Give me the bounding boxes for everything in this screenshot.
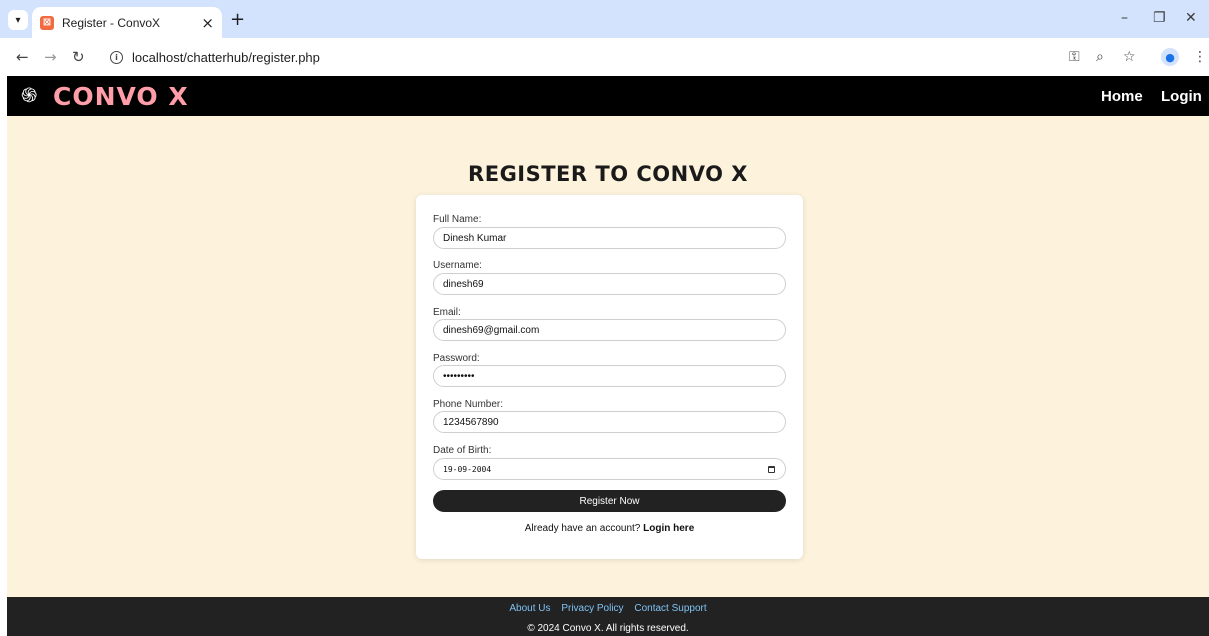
password-input[interactable] bbox=[433, 365, 786, 387]
login-prompt-text: Already have an account? bbox=[524, 523, 641, 534]
footer-support-link[interactable]: Contact Support bbox=[634, 603, 706, 614]
login-prompt: Already have an account? Login here bbox=[416, 523, 803, 534]
password-label: Password: bbox=[433, 353, 480, 364]
bookmark-star-icon[interactable]: ☆ bbox=[1123, 49, 1136, 65]
page-viewport: ֍ CONVO X Home Login REGISTER TO CONVO X… bbox=[7, 76, 1209, 636]
menu-icon[interactable]: ⋮ bbox=[1193, 49, 1207, 65]
email-label: Email: bbox=[433, 307, 461, 318]
zoom-icon[interactable]: ⌕ bbox=[1096, 49, 1104, 65]
restore-icon[interactable]: ❐ bbox=[1153, 10, 1166, 26]
phone-label: Phone Number: bbox=[433, 399, 504, 410]
page-title: REGISTER TO CONVO X bbox=[468, 162, 748, 186]
footer-about-link[interactable]: About Us bbox=[509, 603, 550, 614]
password-key-icon[interactable]: ⚿ bbox=[1069, 49, 1080, 65]
close-window-icon[interactable]: ✕ bbox=[1185, 10, 1197, 26]
nav-login-link[interactable]: Login bbox=[1161, 88, 1202, 105]
full-name-label: Full Name: bbox=[433, 214, 482, 225]
tab-title: Register - ConvoX bbox=[62, 15, 161, 30]
dob-value: 19-09-2004 bbox=[443, 465, 492, 474]
nav-home-link[interactable]: Home bbox=[1101, 88, 1143, 105]
phone-input[interactable] bbox=[433, 411, 786, 433]
minimize-icon[interactable]: – bbox=[1121, 10, 1128, 26]
profile-icon[interactable]: ● bbox=[1161, 48, 1179, 66]
new-tab-icon[interactable]: + bbox=[230, 9, 245, 30]
footer-privacy-link[interactable]: Privacy Policy bbox=[561, 603, 623, 614]
full-name-input[interactable] bbox=[433, 227, 786, 249]
url-text[interactable]: localhost/chatterhub/register.php bbox=[132, 50, 320, 65]
register-button[interactable]: Register Now bbox=[433, 490, 786, 512]
tab-search-icon[interactable]: ▾ bbox=[8, 10, 28, 30]
dob-input[interactable]: 19-09-2004 bbox=[433, 458, 786, 480]
email-input[interactable] bbox=[433, 319, 786, 341]
close-tab-icon[interactable]: × bbox=[201, 14, 214, 32]
username-input[interactable] bbox=[433, 273, 786, 295]
site-header: ֍ CONVO X Home Login bbox=[7, 76, 1209, 116]
browser-tab[interactable]: ⊠ Register - ConvoX × bbox=[32, 7, 222, 38]
reload-icon[interactable]: ↻ bbox=[72, 48, 85, 66]
logo-icon: ֍ bbox=[21, 83, 38, 107]
favicon-icon: ⊠ bbox=[40, 15, 54, 30]
username-label: Username: bbox=[433, 260, 482, 271]
address-bar[interactable]: i localhost/chatterhub/register.php bbox=[100, 43, 1060, 71]
browser-toolbar: ← → ↻ i localhost/chatterhub/register.ph… bbox=[0, 38, 1209, 76]
footer-links: About Us Privacy Policy Contact Support bbox=[7, 603, 1209, 614]
site-logo[interactable]: CONVO X bbox=[53, 82, 189, 111]
register-form: Full Name: Username: Email: Password: Ph… bbox=[416, 195, 803, 559]
forward-icon[interactable]: → bbox=[44, 48, 57, 66]
site-info-icon[interactable]: i bbox=[110, 50, 123, 64]
copyright: © 2024 Convo X. All rights reserved. bbox=[527, 623, 689, 634]
back-icon[interactable]: ← bbox=[16, 48, 29, 66]
browser-tab-strip: ▾ ⊠ Register - ConvoX × + – ❐ ✕ bbox=[0, 0, 1209, 38]
calendar-icon[interactable] bbox=[768, 466, 775, 473]
dob-label: Date of Birth: bbox=[433, 445, 492, 456]
login-here-link[interactable]: Login here bbox=[643, 523, 694, 534]
site-footer: About Us Privacy Policy Contact Support … bbox=[7, 597, 1209, 636]
